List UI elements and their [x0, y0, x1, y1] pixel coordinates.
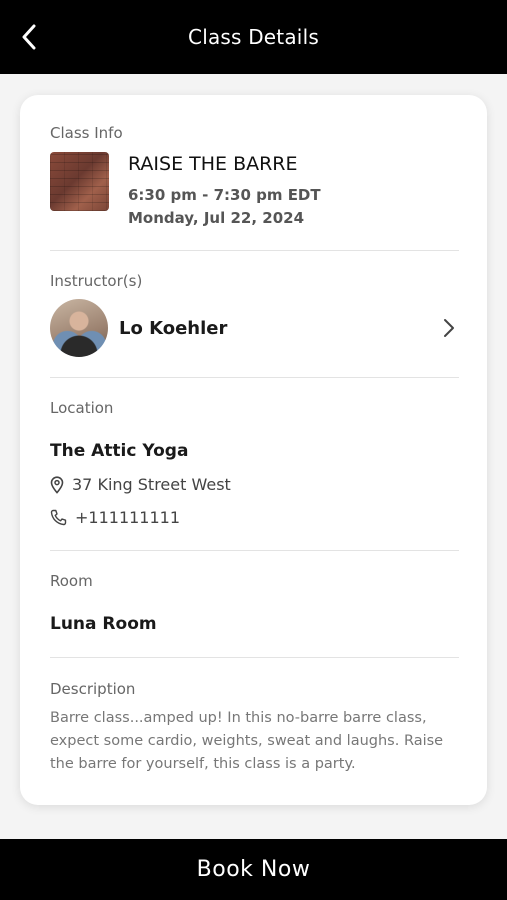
chevron-left-icon	[22, 24, 36, 50]
top-bar: Class Details	[0, 0, 507, 74]
divider	[50, 377, 459, 378]
class-time: 6:30 pm - 7:30 pm EDT	[128, 186, 321, 204]
description-text: Barre class...amped up! In this no-barre…	[50, 710, 444, 772]
location-address[interactable]: 37 King Street West	[50, 475, 231, 494]
page-title: Class Details	[188, 25, 319, 49]
phone-icon	[50, 509, 67, 526]
phone-text: +111111111	[75, 508, 181, 527]
book-now-button[interactable]: Book Now	[0, 839, 507, 900]
divider	[50, 550, 459, 551]
class-name: RAISE THE BARRE	[128, 153, 298, 175]
instructors-label: Instructor(s)	[50, 272, 143, 290]
class-date: Monday, Jul 22, 2024	[128, 209, 305, 227]
description-label: Description	[50, 680, 136, 698]
class-info-label: Class Info	[50, 124, 123, 142]
instructor-name: Lo Koehler	[119, 317, 228, 339]
class-thumbnail	[50, 152, 109, 211]
room-name: Luna Room	[50, 614, 157, 634]
address-text: 37 King Street West	[72, 475, 231, 494]
map-pin-icon	[50, 475, 64, 494]
location-label: Location	[50, 399, 114, 417]
class-details-card: Class Info RAISE THE BARRE 6:30 pm - 7:3…	[20, 95, 487, 805]
location-name: The Attic Yoga	[50, 441, 189, 461]
back-button[interactable]	[14, 22, 44, 52]
location-phone[interactable]: +111111111	[50, 508, 180, 527]
room-label: Room	[50, 572, 93, 590]
chevron-right-icon	[439, 316, 459, 340]
divider	[50, 250, 459, 251]
divider	[50, 657, 459, 658]
avatar	[50, 299, 108, 357]
instructor-item[interactable]: Lo Koehler	[50, 298, 459, 358]
